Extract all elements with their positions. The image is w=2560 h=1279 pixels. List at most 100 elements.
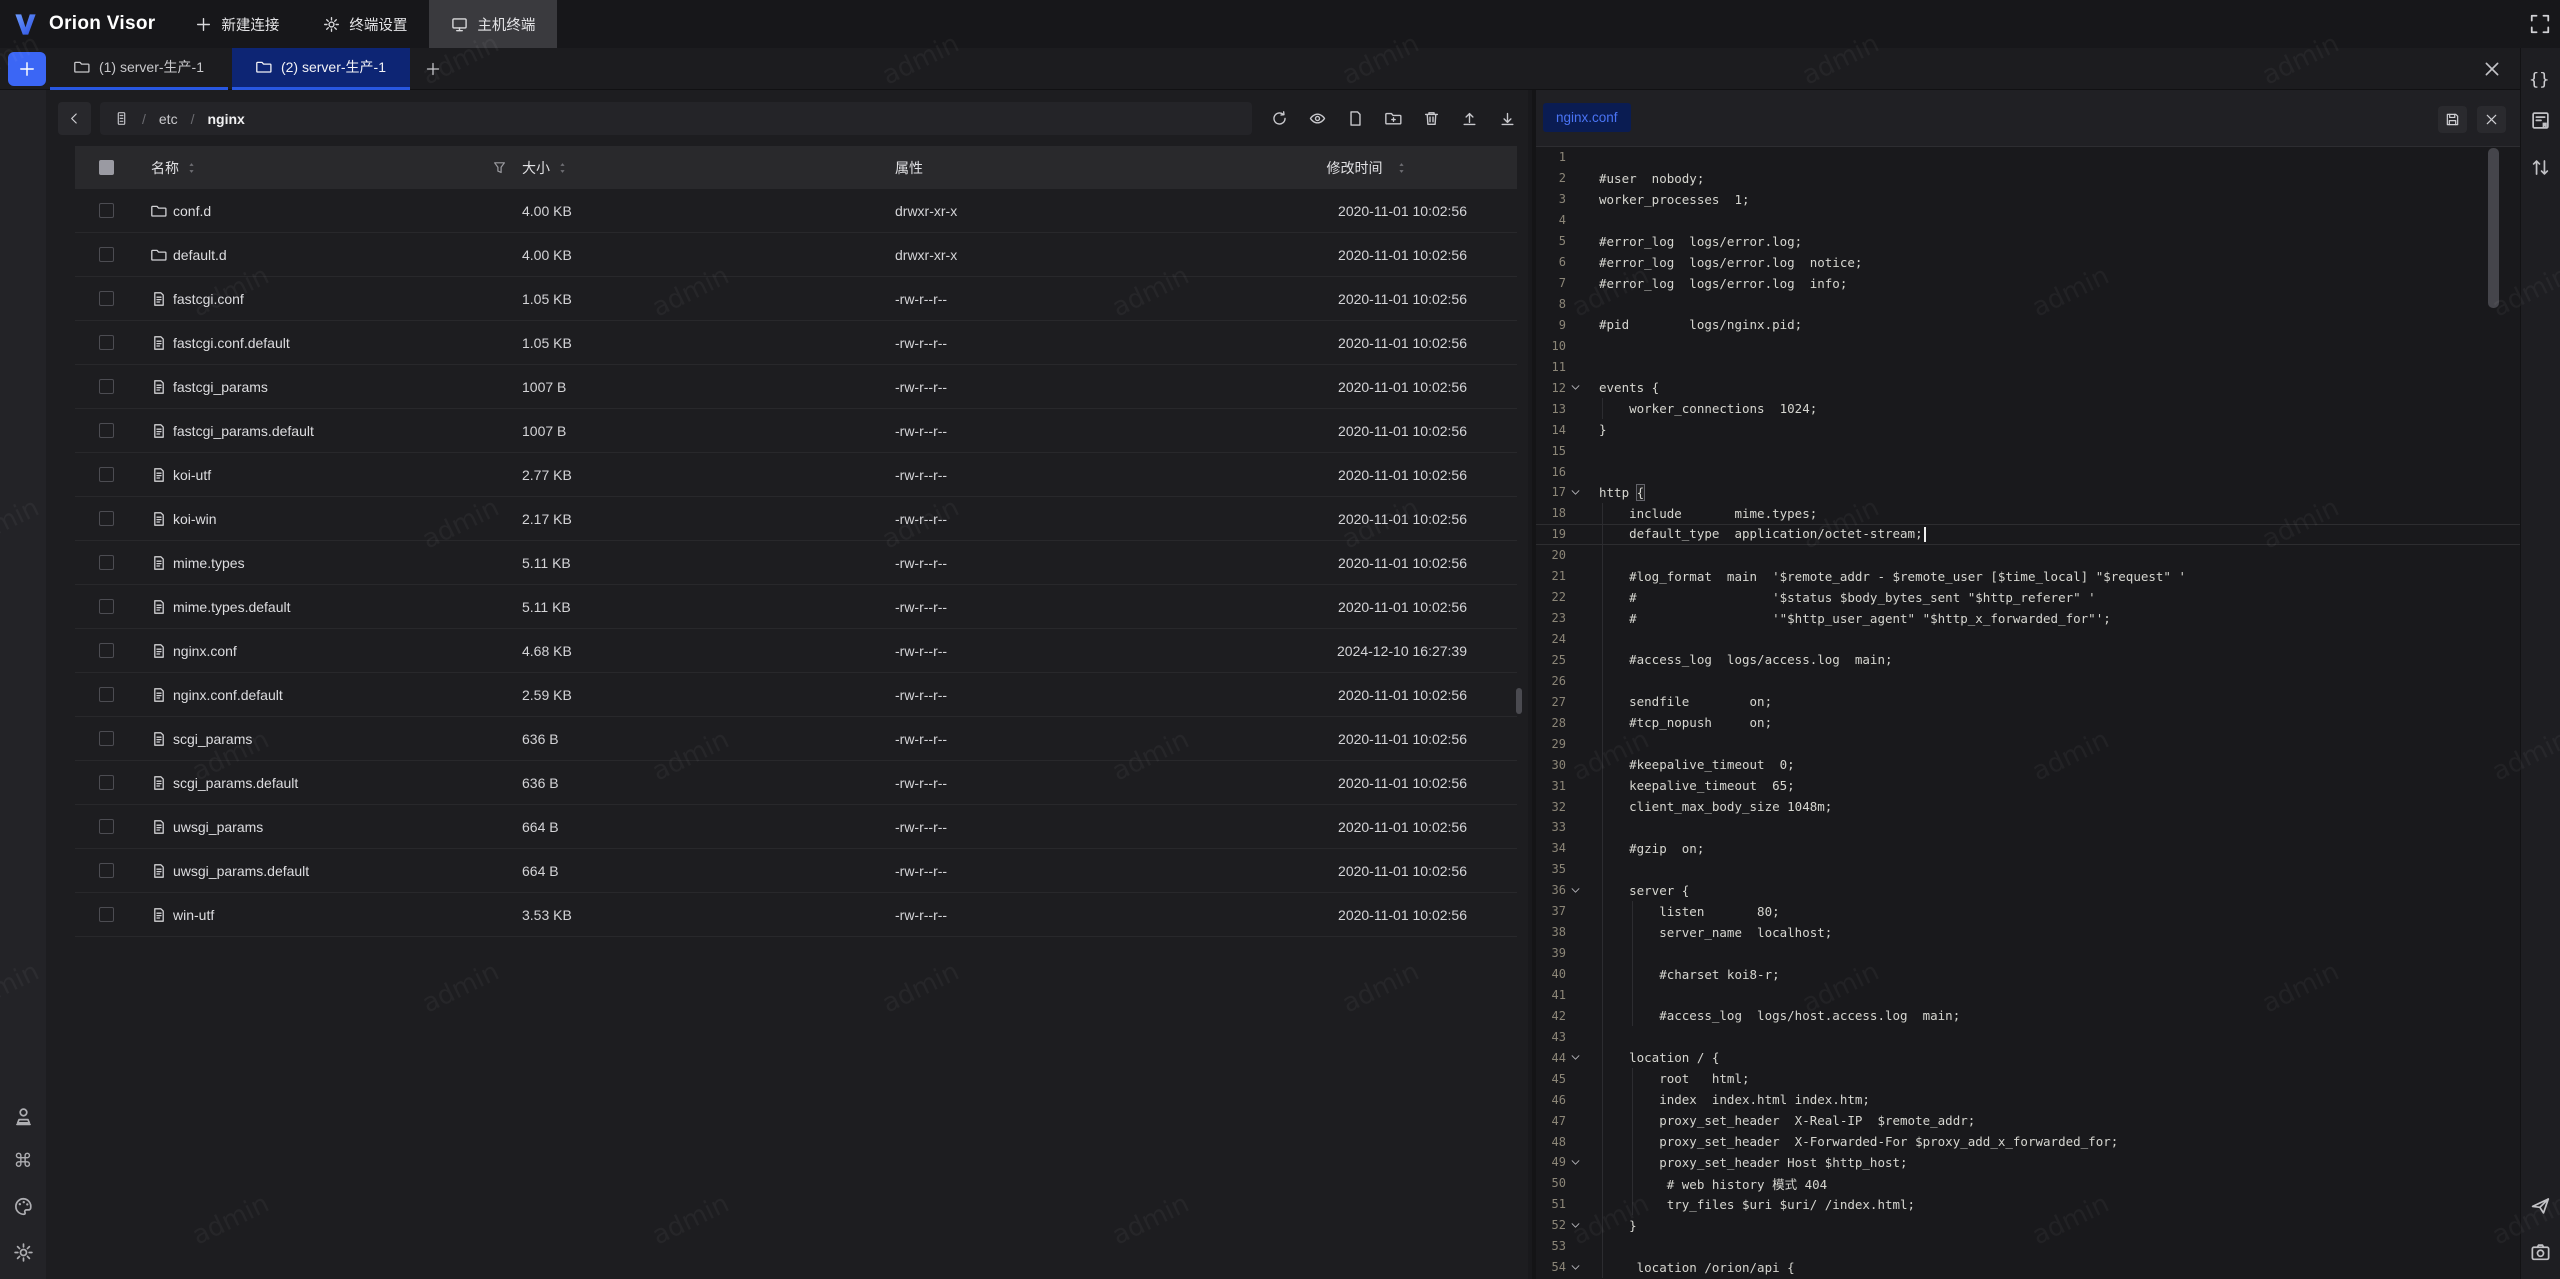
table-row[interactable]: scgi_params.default 636 B -rw-r--r-- 202… (75, 761, 1517, 805)
back-button[interactable] (58, 102, 91, 135)
row-checkbox[interactable] (99, 203, 114, 218)
file-name[interactable]: fastcgi_params (173, 365, 268, 408)
code-line-25[interactable]: 25 #access_log logs/access.log main; (1536, 650, 2520, 671)
code-line-18[interactable]: 18 include mime.types; (1536, 503, 2520, 524)
code-line-23[interactable]: 23 # '"$http_user_agent" "$http_x_forwar… (1536, 608, 2520, 629)
fold-toggle[interactable] (1566, 377, 1584, 398)
fold-toggle[interactable] (1566, 482, 1584, 503)
menu-item-0[interactable]: 新建连接 (173, 0, 301, 48)
file-name[interactable]: conf.d (173, 189, 211, 232)
file-name[interactable]: koi-utf (173, 453, 211, 496)
code-line-3[interactable]: 3worker_processes 1; (1536, 189, 2520, 210)
code-line-44[interactable]: 44 location / { (1536, 1047, 2520, 1068)
code-line-17[interactable]: 17http { (1536, 482, 2520, 503)
column-header-size[interactable]: 大小 (522, 158, 550, 178)
table-row[interactable]: win-utf 3.53 KB -rw-r--r-- 2020-11-01 10… (75, 893, 1517, 937)
table-row[interactable]: mime.types 5.11 KB -rw-r--r-- 2020-11-01… (75, 541, 1517, 585)
breadcrumb-segment-etc[interactable]: etc (159, 111, 178, 127)
upload-icon[interactable] (1461, 110, 1478, 127)
code-line-47[interactable]: 47 proxy_set_header X-Real-IP $remote_ad… (1536, 1110, 2520, 1131)
code-line-20[interactable]: 20 (1536, 545, 2520, 566)
code-line-19[interactable]: 19 default_type application/octet-stream… (1536, 524, 2520, 545)
sort-icon[interactable] (185, 161, 198, 175)
code-line-46[interactable]: 46 index index.html index.htm; (1536, 1089, 2520, 1110)
new-folder-icon[interactable] (1385, 110, 1402, 127)
doc-info-icon[interactable] (2530, 110, 2551, 131)
breadcrumb-segment-nginx[interactable]: nginx (207, 111, 244, 127)
code-line-53[interactable]: 53 (1536, 1236, 2520, 1257)
code-line-30[interactable]: 30 #keepalive_timeout 0; (1536, 754, 2520, 775)
table-row[interactable]: mime.types.default 5.11 KB -rw-r--r-- 20… (75, 585, 1517, 629)
row-checkbox[interactable] (99, 291, 114, 306)
table-row[interactable]: scgi_params 636 B -rw-r--r-- 2020-11-01 … (75, 717, 1517, 761)
code-line-14[interactable]: 14} (1536, 419, 2520, 440)
file-name[interactable]: uwsgi_params.default (173, 849, 309, 892)
code-line-11[interactable]: 11 (1536, 356, 2520, 377)
table-row[interactable]: fastcgi_params 1007 B -rw-r--r-- 2020-11… (75, 365, 1517, 409)
select-all-checkbox[interactable] (99, 160, 114, 175)
code-line-40[interactable]: 40 #charset koi8-r; (1536, 964, 2520, 985)
terminal-tab-1[interactable]: (1) server-生产-1 (50, 48, 228, 90)
close-panel-icon[interactable] (2482, 59, 2502, 79)
screenshot-icon[interactable] (2530, 1242, 2551, 1263)
fold-toggle[interactable] (1566, 1257, 1584, 1278)
code-line-35[interactable]: 35 (1536, 859, 2520, 880)
row-checkbox[interactable] (99, 907, 114, 922)
row-checkbox[interactable] (99, 555, 114, 570)
code-line-15[interactable]: 15 (1536, 440, 2520, 461)
eye-icon[interactable] (1309, 110, 1326, 127)
code-line-12[interactable]: 12events { (1536, 377, 2520, 398)
file-name[interactable]: mime.types (173, 541, 245, 584)
file-name[interactable]: scgi_params (173, 717, 252, 760)
sort-icon[interactable] (556, 161, 569, 175)
file-name[interactable]: fastcgi.conf.default (173, 321, 290, 364)
code-line-49[interactable]: 49 proxy_set_header Host $http_host; (1536, 1152, 2520, 1173)
row-checkbox[interactable] (99, 599, 114, 614)
table-row[interactable]: conf.d 4.00 KB drwxr-xr-x 2020-11-01 10:… (75, 189, 1517, 233)
user-icon[interactable] (13, 1106, 34, 1127)
breadcrumb[interactable]: /etc/nginx (100, 102, 1252, 135)
fold-toggle[interactable] (1566, 880, 1584, 901)
code-line-26[interactable]: 26 (1536, 670, 2520, 691)
send-icon[interactable] (2530, 1195, 2551, 1216)
code-line-45[interactable]: 45 root html; (1536, 1068, 2520, 1089)
code-line-21[interactable]: 21 #log_format main '$remote_addr - $rem… (1536, 566, 2520, 587)
file-name[interactable]: win-utf (173, 893, 214, 936)
code-line-22[interactable]: 22 # '$status $body_bytes_sent "$http_re… (1536, 587, 2520, 608)
download-icon[interactable] (1499, 110, 1516, 127)
file-name[interactable]: nginx.conf.default (173, 673, 283, 716)
file-name[interactable]: mime.types.default (173, 585, 291, 628)
code-line-5[interactable]: 5#error_log logs/error.log; (1536, 231, 2520, 252)
row-checkbox[interactable] (99, 467, 114, 482)
row-checkbox[interactable] (99, 379, 114, 394)
code-line-7[interactable]: 7#error_log logs/error.log info; (1536, 273, 2520, 294)
code-line-32[interactable]: 32 client_max_body_size 1048m; (1536, 796, 2520, 817)
code-line-24[interactable]: 24 (1536, 629, 2520, 650)
row-checkbox[interactable] (99, 687, 114, 702)
code-line-1[interactable]: 1 (1536, 147, 2520, 168)
row-checkbox[interactable] (99, 335, 114, 350)
table-row[interactable]: fastcgi.conf 1.05 KB -rw-r--r-- 2020-11-… (75, 277, 1517, 321)
fold-toggle[interactable] (1566, 1047, 1584, 1068)
table-row[interactable]: nginx.conf.default 2.59 KB -rw-r--r-- 20… (75, 673, 1517, 717)
code-line-42[interactable]: 42 #access_log logs/host.access.log main… (1536, 1005, 2520, 1026)
code-line-28[interactable]: 28 #tcp_nopush on; (1536, 712, 2520, 733)
code-line-6[interactable]: 6#error_log logs/error.log notice; (1536, 252, 2520, 273)
column-header-mtime[interactable]: 修改时间 (1327, 158, 1383, 178)
fold-toggle[interactable] (1566, 1152, 1584, 1173)
code-line-31[interactable]: 31 keepalive_timeout 65; (1536, 775, 2520, 796)
code-line-13[interactable]: 13 worker_connections 1024; (1536, 398, 2520, 419)
file-list-scrollbar[interactable] (1516, 688, 1522, 714)
file-name[interactable]: scgi_params.default (173, 761, 298, 804)
braces-icon[interactable]: {} (2529, 70, 2549, 90)
open-file-tag[interactable]: nginx.conf (1543, 103, 1631, 132)
code-line-43[interactable]: 43 (1536, 1026, 2520, 1047)
menu-item-1[interactable]: 终端设置 (301, 0, 429, 48)
command-icon[interactable]: ⌘ (14, 1152, 33, 1171)
code-line-36[interactable]: 36 server { (1536, 880, 2520, 901)
row-checkbox[interactable] (99, 423, 114, 438)
code-line-54[interactable]: 54 location /orion/api { (1536, 1257, 2520, 1278)
row-checkbox[interactable] (99, 863, 114, 878)
table-row[interactable]: nginx.conf 4.68 KB -rw-r--r-- 2024-12-10… (75, 629, 1517, 673)
add-tab-button[interactable] (418, 54, 448, 84)
